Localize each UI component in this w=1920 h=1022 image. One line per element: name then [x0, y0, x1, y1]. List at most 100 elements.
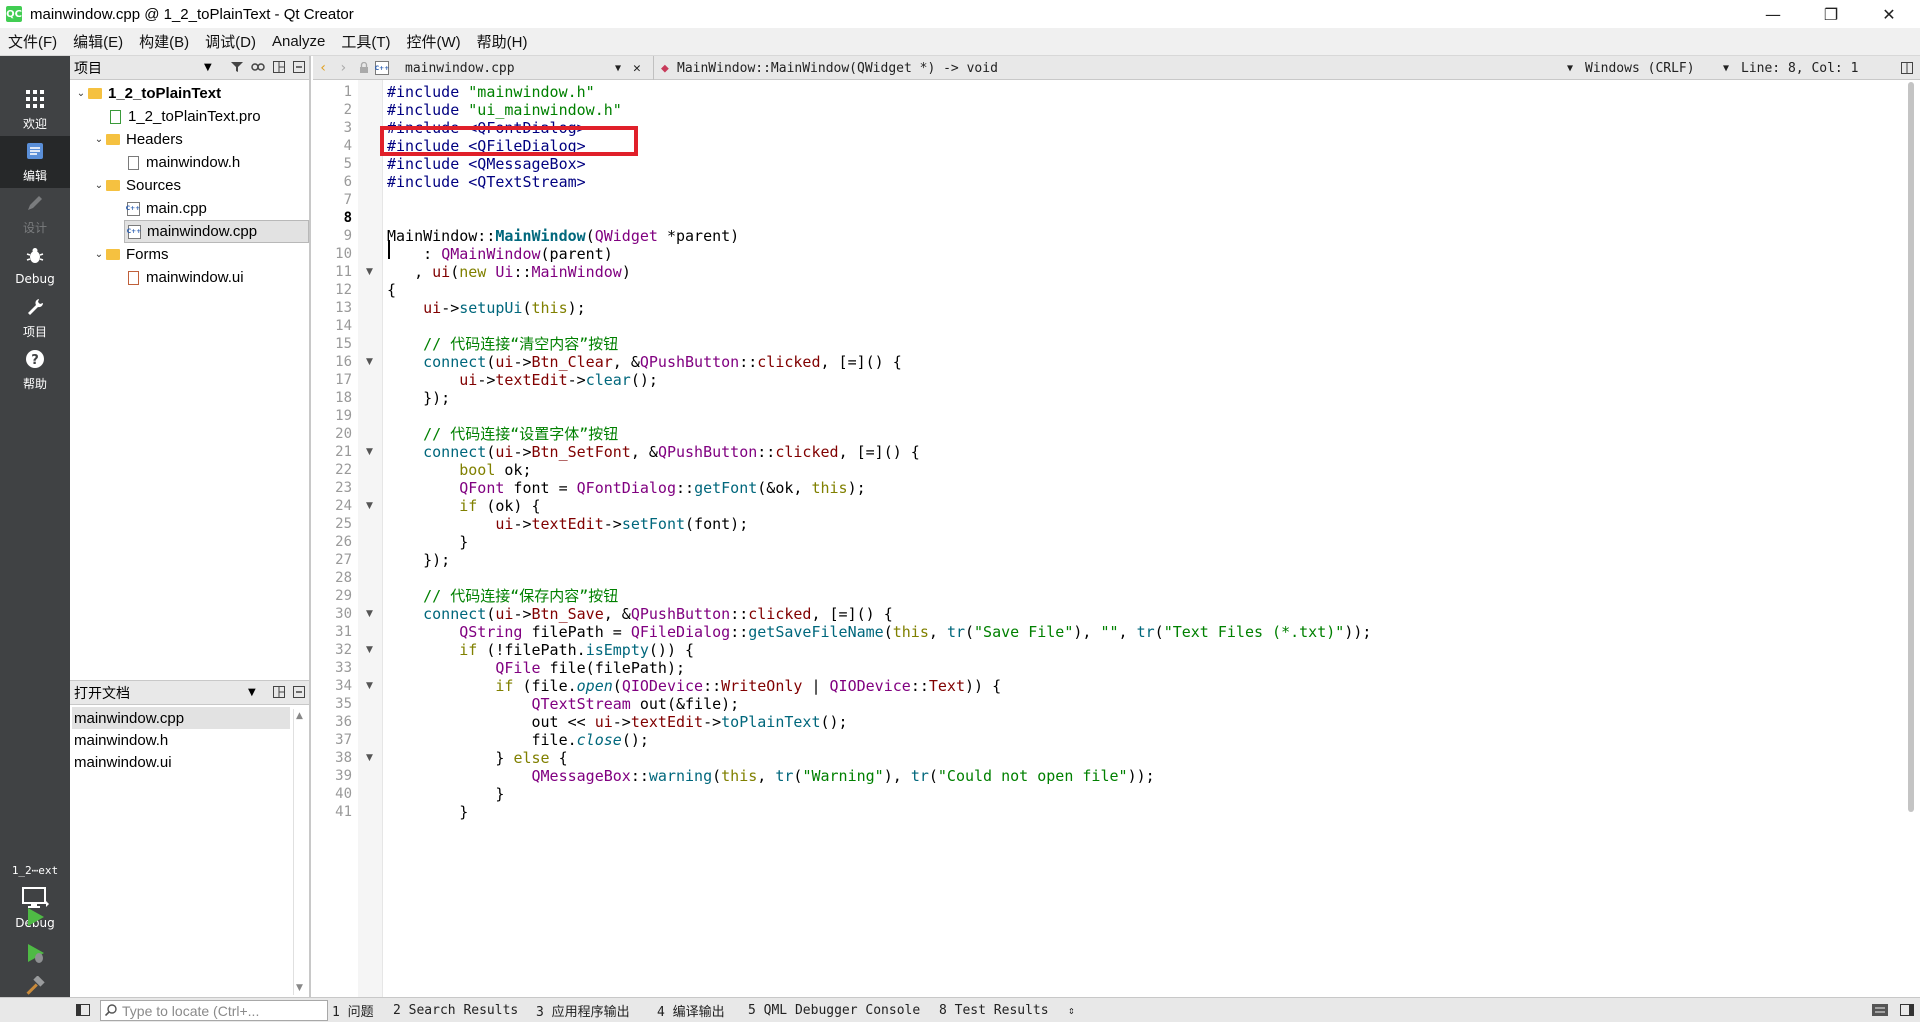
cursor-position[interactable]: Line: 8, Col: 1 [1741, 56, 1858, 80]
menu-build[interactable]: 构建(B) [131, 31, 197, 52]
fold-arrow-icon[interactable]: ▼ [366, 603, 376, 625]
mode-edit[interactable]: 编辑 [0, 136, 70, 188]
forward-arrow-icon[interactable]: › [339, 56, 347, 80]
split-icon[interactable] [273, 60, 285, 76]
split-editor-icon[interactable] [1901, 56, 1913, 80]
locator-placeholder: Type to locate (Ctrl+... [122, 1002, 260, 1019]
menu-widgets[interactable]: 控件(W) [399, 31, 469, 52]
scroll-up-icon[interactable]: ▲ [296, 711, 303, 721]
mode-project[interactable]: 项目 [0, 292, 70, 344]
folder-icon [106, 179, 120, 193]
collapse-arrow-icon[interactable]: ⌄ [92, 180, 106, 191]
toggle-sidebar-icon[interactable] [76, 1004, 90, 1020]
restore-button[interactable]: ❐ [1802, 0, 1860, 28]
tree-ui-file[interactable]: mainwindow.ui [126, 266, 244, 289]
scroll-down-icon[interactable]: ▼ [296, 983, 303, 993]
tree-sources-folder[interactable]: ⌄ Sources [92, 174, 181, 197]
tab-qml-debugger-console[interactable]: 5 QML Debugger Console [748, 998, 920, 1022]
fold-arrow-icon[interactable]: ▼ [366, 747, 376, 769]
tab-issues[interactable]: 1 问题 [332, 998, 374, 1022]
tab-application-output[interactable]: 3 应用程序输出 [536, 998, 630, 1022]
fold-margin[interactable]: ▼ ▼ ▼ ▼ ▼ ▼ ▼ ▼ [358, 80, 383, 997]
menu-analyze[interactable]: Analyze [264, 33, 333, 50]
locator-search-input[interactable]: Type to locate (Ctrl+... [100, 1000, 328, 1021]
tree-headers-folder[interactable]: ⌄ Headers [92, 128, 183, 151]
tree-pro-file[interactable]: 1_2_toPlainText.pro [108, 105, 261, 128]
tree-header-file[interactable]: mainwindow.h [126, 151, 240, 174]
text-cursor [388, 240, 390, 259]
fold-arrow-icon[interactable]: ▼ [366, 441, 376, 463]
mode-design[interactable]: 设计 [0, 188, 70, 240]
symbol-selector[interactable]: MainWindow::MainWindow(QWidget *) -> voi… [677, 56, 998, 80]
close-panel-icon[interactable] [293, 60, 305, 76]
grid-icon [25, 89, 45, 113]
collapse-arrow-icon[interactable]: ⌄ [74, 88, 88, 99]
line-number: 41 [335, 804, 352, 820]
tree-main-cpp[interactable]: C++ main.cpp [126, 197, 207, 220]
symbol-icon: ◆ [661, 60, 669, 76]
mode-debug[interactable]: Debug [0, 240, 70, 292]
collapse-arrow-icon[interactable]: ⌄ [92, 249, 106, 260]
menu-debug[interactable]: 调试(D) [197, 31, 264, 52]
close-file-icon[interactable]: ✕ [633, 56, 641, 80]
file-dropdown-icon[interactable]: ▼ [615, 56, 621, 80]
mode-help-label: 帮助 [22, 376, 47, 391]
menu-tools[interactable]: 工具(T) [333, 31, 398, 52]
project-root-label: 1_2_toPlainText [108, 85, 222, 102]
forms-label: Forms [126, 246, 169, 263]
more-tabs-arrows-icon[interactable]: ⇕ [1068, 998, 1075, 1022]
link-icon[interactable] [251, 61, 265, 76]
collapse-arrow-icon[interactable]: ⌄ [92, 134, 106, 145]
code-line[interactable]: , ui(new Ui::MainWindow) [387, 261, 631, 283]
fold-arrow-icon[interactable]: ▼ [366, 261, 376, 283]
fold-arrow-icon[interactable]: ▼ [366, 351, 376, 373]
svg-text:?: ? [31, 353, 39, 368]
code-line[interactable]: }); [387, 549, 450, 571]
back-arrow-icon[interactable]: ‹ [319, 56, 327, 80]
open-doc-mainwindow-cpp[interactable]: mainwindow.cpp [72, 707, 290, 729]
fold-arrow-icon[interactable]: ▼ [366, 495, 376, 517]
headers-label: Headers [126, 131, 183, 148]
code-line[interactable]: }); [387, 387, 450, 409]
run-button[interactable] [22, 904, 48, 930]
close-button[interactable]: ✕ [1860, 0, 1918, 28]
code-line[interactable]: } [387, 801, 468, 823]
current-file-selector[interactable]: mainwindow.cpp [405, 56, 515, 80]
open-doc-mainwindow-ui[interactable]: mainwindow.ui [72, 751, 172, 773]
toggle-output-pane-icon[interactable] [1900, 1004, 1914, 1020]
mode-welcome[interactable]: 欢迎 [0, 84, 70, 136]
filter-icon[interactable] [231, 61, 243, 76]
tab-test-results[interactable]: 8 Test Results [939, 998, 1049, 1022]
title-bar: QC mainwindow.cpp @ 1_2_toPlainText - Qt… [0, 0, 1920, 28]
pencil-icon [25, 193, 45, 217]
debug-run-button[interactable] [22, 940, 48, 966]
minimize-button[interactable]: — [1744, 0, 1802, 28]
project-view-dropdown-icon[interactable]: ▼ [204, 62, 212, 73]
fold-arrow-icon[interactable]: ▼ [366, 675, 376, 697]
tab-compile-output[interactable]: 4 编译输出 [657, 998, 725, 1022]
line-number-gutter: 1 2 3 4 5 6 7 8 9 10 11 12 13 14 15 16 17 18 19 20 21 22 23 24 2… [313, 80, 358, 997]
menu-edit[interactable]: 编辑(E) [65, 31, 131, 52]
code-editor[interactable]: 1 2 3 4 5 6 7 8 9 10 11 12 13 14 15 16 17 18 19 20 21 22 23 24 2… [313, 80, 1920, 997]
open-doc-mainwindow-h[interactable]: mainwindow.h [72, 729, 168, 751]
symbol-dropdown-icon[interactable]: ▼ [1567, 56, 1573, 80]
fold-arrow-icon[interactable]: ▼ [366, 639, 376, 661]
editor-scrollbar[interactable] [1908, 82, 1914, 812]
tree-project-root[interactable]: ⌄ 1_2_toPlainText [74, 82, 221, 105]
close-panel-icon[interactable] [293, 685, 305, 701]
open-docs-dropdown-icon[interactable]: ▼ [248, 687, 256, 698]
encoding-selector[interactable]: Windows (CRLF) [1585, 56, 1695, 80]
tree-forms-folder[interactable]: ⌄ Forms [92, 243, 169, 266]
split-icon[interactable] [273, 685, 285, 701]
mode-help[interactable]: ? 帮助 [0, 344, 70, 396]
code-line[interactable]: ui->setupUi(this); [387, 297, 586, 319]
code-line[interactable]: #include <QTextStream> [387, 171, 586, 193]
open-docs-scrollbar[interactable]: ▲ ▼ [293, 709, 307, 995]
tree-mainwindow-cpp[interactable]: C++ mainwindow.cpp [124, 220, 309, 243]
menu-help[interactable]: 帮助(H) [469, 31, 536, 52]
tab-search-results[interactable]: 2 Search Results [393, 998, 518, 1022]
menu-file[interactable]: 文件(F) [0, 31, 65, 52]
encoding-dropdown-icon[interactable]: ▼ [1723, 56, 1729, 80]
pro-file-label: 1_2_toPlainText.pro [128, 108, 261, 125]
progress-details-icon[interactable] [1872, 1004, 1888, 1020]
